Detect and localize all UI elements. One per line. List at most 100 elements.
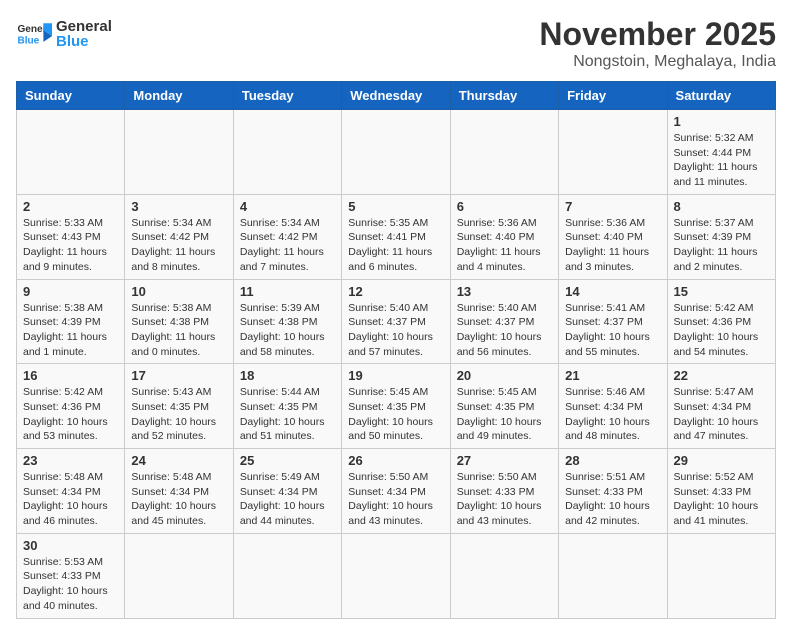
day-info: Sunrise: 5:41 AM Sunset: 4:37 PM Dayligh… — [565, 301, 660, 360]
calendar-cell — [233, 110, 341, 195]
day-number: 12 — [348, 284, 443, 299]
month-title: November 2025 — [539, 16, 776, 53]
day-info: Sunrise: 5:52 AM Sunset: 4:33 PM Dayligh… — [674, 470, 769, 529]
day-info: Sunrise: 5:44 AM Sunset: 4:35 PM Dayligh… — [240, 385, 335, 444]
day-number: 6 — [457, 199, 552, 214]
day-info: Sunrise: 5:43 AM Sunset: 4:35 PM Dayligh… — [131, 385, 226, 444]
day-info: Sunrise: 5:45 AM Sunset: 4:35 PM Dayligh… — [457, 385, 552, 444]
day-number: 2 — [23, 199, 118, 214]
calendar-cell: 22 Sunrise: 5:47 AM Sunset: 4:34 PM Dayli… — [667, 364, 775, 449]
calendar-header: General Blue General Blue November 2025 … — [16, 16, 776, 71]
calendar-cell: 15 Sunrise: 5:42 AM Sunset: 4:36 PM Dayli… — [667, 279, 775, 364]
day-info: Sunrise: 5:48 AM Sunset: 4:34 PM Dayligh… — [131, 470, 226, 529]
day-number: 24 — [131, 453, 226, 468]
calendar-cell: 24 Sunrise: 5:48 AM Sunset: 4:34 PM Dayli… — [125, 449, 233, 534]
calendar-cell: 29 Sunrise: 5:52 AM Sunset: 4:33 PM Dayli… — [667, 449, 775, 534]
calendar-cell: 18Sunrise: 5:44 AM Sunset: 4:35 PM Dayli… — [233, 364, 341, 449]
calendar-cell — [17, 110, 125, 195]
location: Nongstoin, Meghalaya, India — [539, 53, 776, 71]
calendar-table: SundayMondayTuesdayWednesdayThursdayFrid… — [16, 81, 776, 619]
calendar-container: General Blue General Blue November 2025 … — [0, 0, 792, 635]
calendar-cell: 9 Sunrise: 5:38 AM Sunset: 4:39 PM Daylig… — [17, 279, 125, 364]
day-number: 25 — [240, 453, 335, 468]
col-header-tuesday: Tuesday — [233, 82, 341, 110]
day-number: 1 — [674, 114, 769, 129]
day-info: Sunrise: 5:32 AM Sunset: 4:44 PM Dayligh… — [674, 131, 769, 190]
calendar-cell: 4 Sunrise: 5:34 AM Sunset: 4:42 PM Daylig… — [233, 194, 341, 279]
day-info: Sunrise: 5:42 AM Sunset: 4:36 PM Dayligh… — [674, 301, 769, 360]
day-info: Sunrise: 5:36 AM Sunset: 4:40 PM Dayligh… — [565, 216, 660, 275]
day-info: Sunrise: 5:48 AM Sunset: 4:34 PM Dayligh… — [23, 470, 118, 529]
calendar-week-row: 16 Sunrise: 5:42 AM Sunset: 4:36 PM Dayli… — [17, 364, 776, 449]
calendar-cell: 3Sunrise: 5:34 AM Sunset: 4:42 PM Daylig… — [125, 194, 233, 279]
calendar-cell — [667, 533, 775, 618]
calendar-cell: 20Sunrise: 5:45 AM Sunset: 4:35 PM Dayli… — [450, 364, 558, 449]
calendar-cell: 5Sunrise: 5:35 AM Sunset: 4:41 PM Daylig… — [342, 194, 450, 279]
calendar-cell: 19Sunrise: 5:45 AM Sunset: 4:35 PM Dayli… — [342, 364, 450, 449]
day-number: 3 — [131, 199, 226, 214]
calendar-cell: 8 Sunrise: 5:37 AM Sunset: 4:39 PM Daylig… — [667, 194, 775, 279]
calendar-cell: 12 Sunrise: 5:40 AM Sunset: 4:37 PM Dayli… — [342, 279, 450, 364]
day-number: 29 — [674, 453, 769, 468]
col-header-sunday: Sunday — [17, 82, 125, 110]
day-info: Sunrise: 5:46 AM Sunset: 4:34 PM Dayligh… — [565, 385, 660, 444]
day-number: 15 — [674, 284, 769, 299]
logo: General Blue General Blue — [16, 16, 112, 52]
day-info: Sunrise: 5:45 AM Sunset: 4:35 PM Dayligh… — [348, 385, 443, 444]
day-number: 26 — [348, 453, 443, 468]
day-number: 22 — [674, 368, 769, 383]
day-info: Sunrise: 5:42 AM Sunset: 4:36 PM Dayligh… — [23, 385, 118, 444]
calendar-cell: 7Sunrise: 5:36 AM Sunset: 4:40 PM Daylig… — [559, 194, 667, 279]
logo-wordmark: General Blue — [56, 19, 112, 49]
calendar-cell: 6 Sunrise: 5:36 AM Sunset: 4:40 PM Daylig… — [450, 194, 558, 279]
calendar-cell: 2Sunrise: 5:33 AM Sunset: 4:43 PM Daylig… — [17, 194, 125, 279]
day-number: 21 — [565, 368, 660, 383]
calendar-cell: 26 Sunrise: 5:50 AM Sunset: 4:34 PM Dayli… — [342, 449, 450, 534]
col-header-wednesday: Wednesday — [342, 82, 450, 110]
day-info: Sunrise: 5:34 AM Sunset: 4:42 PM Dayligh… — [240, 216, 335, 275]
calendar-week-row: 30 Sunrise: 5:53 AM Sunset: 4:33 PM Dayli… — [17, 533, 776, 618]
calendar-week-row: 2Sunrise: 5:33 AM Sunset: 4:43 PM Daylig… — [17, 194, 776, 279]
calendar-cell: 23 Sunrise: 5:48 AM Sunset: 4:34 PM Dayli… — [17, 449, 125, 534]
day-info: Sunrise: 5:40 AM Sunset: 4:37 PM Dayligh… — [348, 301, 443, 360]
calendar-cell: 25 Sunrise: 5:49 AM Sunset: 4:34 PM Dayli… — [233, 449, 341, 534]
day-info: Sunrise: 5:50 AM Sunset: 4:34 PM Dayligh… — [348, 470, 443, 529]
calendar-cell — [559, 110, 667, 195]
calendar-cell — [342, 110, 450, 195]
calendar-cell: 11 Sunrise: 5:39 AM Sunset: 4:38 PM Dayli… — [233, 279, 341, 364]
day-info: Sunrise: 5:51 AM Sunset: 4:33 PM Dayligh… — [565, 470, 660, 529]
day-info: Sunrise: 5:39 AM Sunset: 4:38 PM Dayligh… — [240, 301, 335, 360]
calendar-cell: 30 Sunrise: 5:53 AM Sunset: 4:33 PM Dayli… — [17, 533, 125, 618]
svg-text:Blue: Blue — [17, 35, 39, 46]
day-number: 17 — [131, 368, 226, 383]
day-info: Sunrise: 5:36 AM Sunset: 4:40 PM Dayligh… — [457, 216, 552, 275]
day-number: 4 — [240, 199, 335, 214]
calendar-week-row: 9 Sunrise: 5:38 AM Sunset: 4:39 PM Daylig… — [17, 279, 776, 364]
day-info: Sunrise: 5:53 AM Sunset: 4:33 PM Dayligh… — [23, 555, 118, 614]
day-info: Sunrise: 5:37 AM Sunset: 4:39 PM Dayligh… — [674, 216, 769, 275]
calendar-cell: 17 Sunrise: 5:43 AM Sunset: 4:35 PM Dayli… — [125, 364, 233, 449]
day-number: 16 — [23, 368, 118, 383]
day-number: 8 — [674, 199, 769, 214]
calendar-cell: 16 Sunrise: 5:42 AM Sunset: 4:36 PM Dayli… — [17, 364, 125, 449]
calendar-cell: 1 Sunrise: 5:32 AM Sunset: 4:44 PM Daylig… — [667, 110, 775, 195]
calendar-header-row: SundayMondayTuesdayWednesdayThursdayFrid… — [17, 82, 776, 110]
day-number: 30 — [23, 538, 118, 553]
day-number: 23 — [23, 453, 118, 468]
calendar-cell: 14Sunrise: 5:41 AM Sunset: 4:37 PM Dayli… — [559, 279, 667, 364]
calendar-cell — [559, 533, 667, 618]
day-info: Sunrise: 5:38 AM Sunset: 4:38 PM Dayligh… — [131, 301, 226, 360]
day-info: Sunrise: 5:40 AM Sunset: 4:37 PM Dayligh… — [457, 301, 552, 360]
day-number: 9 — [23, 284, 118, 299]
calendar-cell: 10Sunrise: 5:38 AM Sunset: 4:38 PM Dayli… — [125, 279, 233, 364]
calendar-week-row: 1 Sunrise: 5:32 AM Sunset: 4:44 PM Daylig… — [17, 110, 776, 195]
day-number: 28 — [565, 453, 660, 468]
calendar-cell — [125, 110, 233, 195]
calendar-cell: 13 Sunrise: 5:40 AM Sunset: 4:37 PM Dayli… — [450, 279, 558, 364]
day-info: Sunrise: 5:47 AM Sunset: 4:34 PM Dayligh… — [674, 385, 769, 444]
day-number: 27 — [457, 453, 552, 468]
day-number: 13 — [457, 284, 552, 299]
day-info: Sunrise: 5:49 AM Sunset: 4:34 PM Dayligh… — [240, 470, 335, 529]
day-info: Sunrise: 5:38 AM Sunset: 4:39 PM Dayligh… — [23, 301, 118, 360]
day-number: 11 — [240, 284, 335, 299]
